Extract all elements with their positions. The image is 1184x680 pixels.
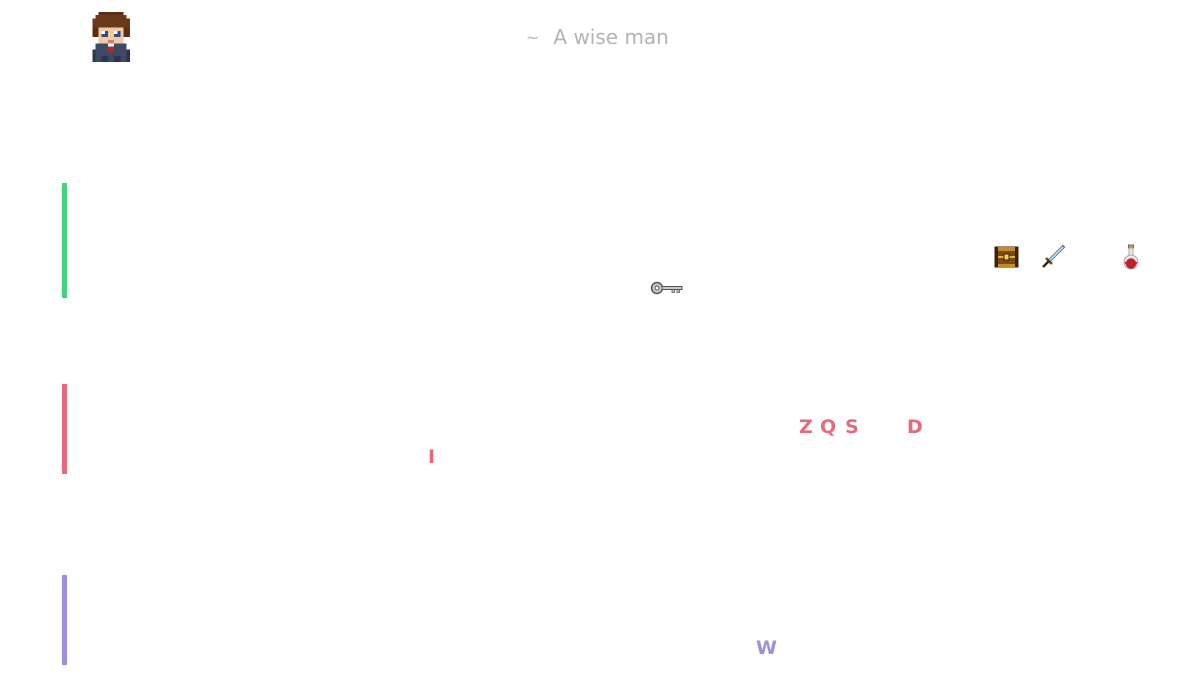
section-bar-green — [62, 183, 67, 298]
section-bar-red — [62, 384, 67, 474]
quote: ~ A wise man — [526, 25, 669, 49]
key-s-label: S — [845, 416, 859, 438]
sword-icon — [1042, 244, 1066, 268]
key-q-label: Q — [820, 416, 837, 438]
quote-author: A wise man — [553, 25, 669, 49]
quote-tilde: ~ — [526, 28, 540, 47]
section-bar-purple — [62, 575, 67, 665]
hero-avatar-icon — [92, 12, 130, 62]
key-d-label: D — [907, 416, 923, 438]
key-w-label: W — [756, 637, 777, 659]
key-z-label: Z — [799, 416, 813, 438]
treasure-chest-icon — [994, 246, 1019, 268]
red-potion-icon — [1123, 244, 1139, 270]
key-icon — [650, 281, 683, 295]
key-i-label: I — [428, 446, 436, 468]
